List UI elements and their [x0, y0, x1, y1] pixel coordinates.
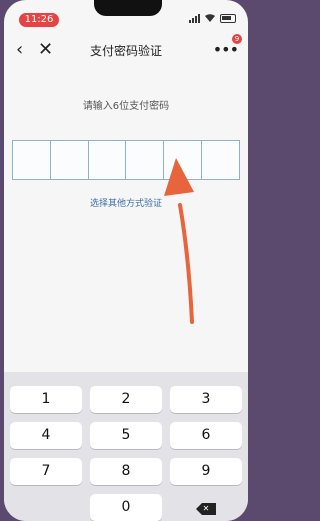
key-0[interactable]: 0 — [90, 494, 162, 521]
key-9[interactable]: 9 — [170, 458, 242, 485]
key-6[interactable]: 6 — [170, 422, 242, 449]
pin-digit-1[interactable] — [13, 141, 51, 179]
key-3[interactable]: 3 — [170, 386, 242, 413]
key-4[interactable]: 4 — [10, 422, 82, 449]
pin-digit-4[interactable] — [126, 141, 165, 179]
pin-digit-6[interactable] — [202, 141, 239, 179]
key-8[interactable]: 8 — [90, 458, 162, 485]
pin-input[interactable] — [12, 140, 240, 180]
notification-badge: 9 — [232, 34, 242, 44]
battery-icon — [220, 13, 236, 23]
other-method-link[interactable]: 选择其他方式验证 — [4, 196, 248, 209]
delete-icon: ✕ — [196, 503, 216, 515]
status-icons — [189, 13, 236, 23]
key-2[interactable]: 2 — [90, 386, 162, 413]
phone-screen: 11:26 ‹ ✕ 支付密码验证 ••• 9 请输入6位支付密码 选择其他方式验… — [4, 0, 248, 521]
signal-icon — [189, 13, 200, 23]
status-time: 11:26 — [19, 13, 59, 27]
pin-digit-2[interactable] — [51, 141, 89, 179]
delete-button[interactable]: ✕ — [170, 494, 242, 521]
password-prompt: 请输入6位支付密码 — [82, 101, 170, 112]
numeric-keypad: 1 2 3 4 5 6 7 8 9 0 ✕ — [4, 372, 248, 521]
wifi-icon — [205, 14, 215, 22]
key-5[interactable]: 5 — [90, 422, 162, 449]
key-1[interactable]: 1 — [10, 386, 82, 413]
pin-digit-5[interactable] — [164, 141, 203, 179]
pin-digit-3[interactable] — [89, 141, 127, 179]
notch — [94, 0, 162, 16]
nav-bar: ‹ ✕ 支付密码验证 ••• 9 — [4, 34, 248, 64]
key-7[interactable]: 7 — [10, 458, 82, 485]
page-title: 支付密码验证 — [89, 44, 162, 58]
